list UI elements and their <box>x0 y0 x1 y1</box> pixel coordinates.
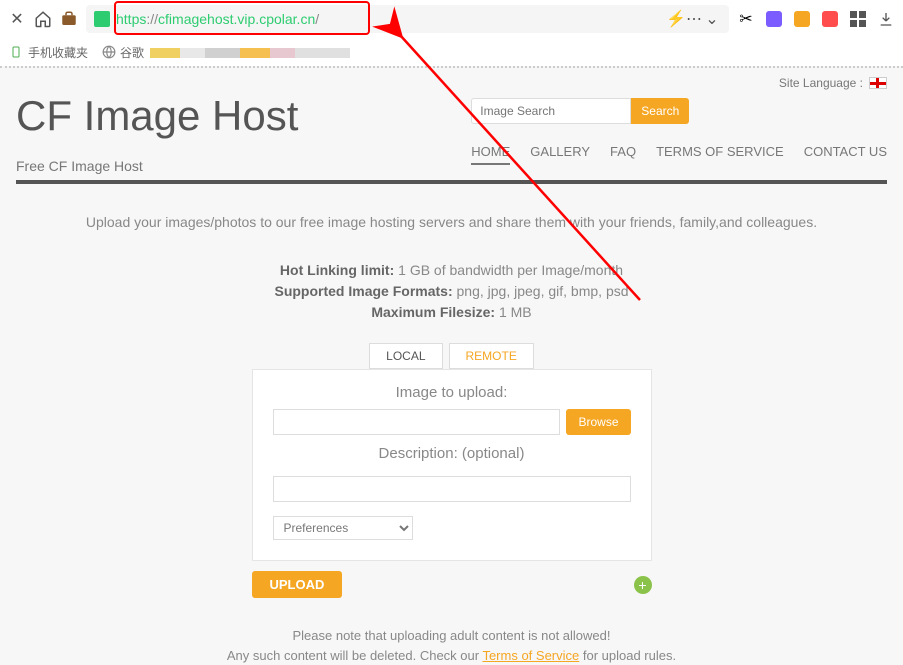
close-icon[interactable]: ✕ <box>8 10 26 28</box>
lightning-icon[interactable]: ⚡ <box>667 10 685 28</box>
file-input[interactable] <box>273 409 561 435</box>
nav-contact[interactable]: CONTACT US <box>804 144 887 165</box>
tos-link[interactable]: Terms of Service <box>482 648 579 663</box>
apps-icon[interactable] <box>849 10 867 28</box>
mobile-icon <box>10 45 24 59</box>
hot-linking-value: 1 GB of bandwidth per Image/month <box>394 262 623 278</box>
description-label: Description: (optional) <box>273 445 631 462</box>
lock-icon <box>94 11 110 27</box>
bookmark-google[interactable]: 谷歌 <box>102 44 144 61</box>
chevron-down-icon[interactable]: ⌄ <box>703 10 721 28</box>
color-strip-decoration <box>150 48 350 58</box>
globe-icon <box>102 45 116 59</box>
flag-icon[interactable] <box>869 77 887 89</box>
upload-panel: Image to upload: Browse Description: (op… <box>252 369 652 561</box>
footer-line2a: Any such content will be deleted. Check … <box>227 648 483 663</box>
browser-toolbar: ✕ https://https://cfimagehost.vip.cpolar… <box>0 0 903 38</box>
upload-action-row: UPLOAD + <box>252 571 652 598</box>
toolbar-right: ✂ <box>737 10 895 28</box>
hot-linking-label: Hot Linking limit: <box>280 262 394 278</box>
site-language-label: Site Language : <box>779 76 863 90</box>
shield-icon[interactable] <box>793 10 811 28</box>
formats-value: png, jpg, jpeg, gif, bmp, psd <box>453 283 629 299</box>
tagline: Upload your images/photos to our free im… <box>16 214 887 230</box>
search-input[interactable] <box>471 98 631 124</box>
header-divider <box>16 180 887 184</box>
nav-gallery[interactable]: GALLERY <box>530 144 590 165</box>
download-icon[interactable] <box>877 10 895 28</box>
page-subtitle: Free CF Image Host <box>16 158 298 174</box>
browse-button[interactable]: Browse <box>566 409 630 435</box>
max-filesize-label: Maximum Filesize: <box>371 304 495 320</box>
footer-note: Please note that uploading adult content… <box>16 626 887 665</box>
briefcase-icon[interactable] <box>60 10 78 28</box>
language-row: Site Language : <box>16 68 887 90</box>
search-box: Search <box>471 98 887 124</box>
info-block: Hot Linking limit: 1 GB of bandwidth per… <box>16 260 887 323</box>
upload-tabs: LOCAL REMOTE <box>16 343 887 369</box>
max-filesize-value: 1 MB <box>495 304 532 320</box>
url-text: https://https://cfimagehost.vip.cpolar.c… <box>116 11 319 27</box>
nav-tos[interactable]: TERMS OF SERVICE <box>656 144 784 165</box>
address-bar[interactable]: https://https://cfimagehost.vip.cpolar.c… <box>86 5 729 33</box>
preferences-select[interactable]: Preferences <box>273 516 413 540</box>
bookmark-mobile[interactable]: 手机收藏夹 <box>10 44 88 61</box>
search-button[interactable]: Search <box>631 98 689 124</box>
home-icon[interactable] <box>34 10 52 28</box>
nav-home[interactable]: HOME <box>471 144 510 165</box>
more-icon[interactable]: ⋯ <box>685 10 703 28</box>
game-icon[interactable] <box>821 10 839 28</box>
add-icon[interactable]: + <box>634 576 652 594</box>
page-content: Site Language : CF Image Host Free CF Im… <box>0 66 903 665</box>
footer-line2b: for upload rules. <box>579 648 676 663</box>
scissors-icon[interactable]: ✂ <box>737 10 755 28</box>
bookmarks-bar: 手机收藏夹 谷歌 <box>0 38 903 66</box>
upload-button[interactable]: UPLOAD <box>252 571 343 598</box>
tab-local[interactable]: LOCAL <box>369 343 442 369</box>
bookmark-label: 手机收藏夹 <box>28 44 88 61</box>
formats-label: Supported Image Formats: <box>274 283 452 299</box>
description-input[interactable] <box>273 476 631 502</box>
image-upload-label: Image to upload: <box>273 384 631 401</box>
footer-line1: Please note that uploading adult content… <box>16 626 887 646</box>
translate-icon[interactable] <box>765 10 783 28</box>
tab-remote[interactable]: REMOTE <box>449 343 534 369</box>
bookmark-label: 谷歌 <box>120 44 144 61</box>
page-title: CF Image Host <box>16 92 298 140</box>
main-nav: HOME GALLERY FAQ TERMS OF SERVICE CONTAC… <box>471 144 887 165</box>
nav-faq[interactable]: FAQ <box>610 144 636 165</box>
